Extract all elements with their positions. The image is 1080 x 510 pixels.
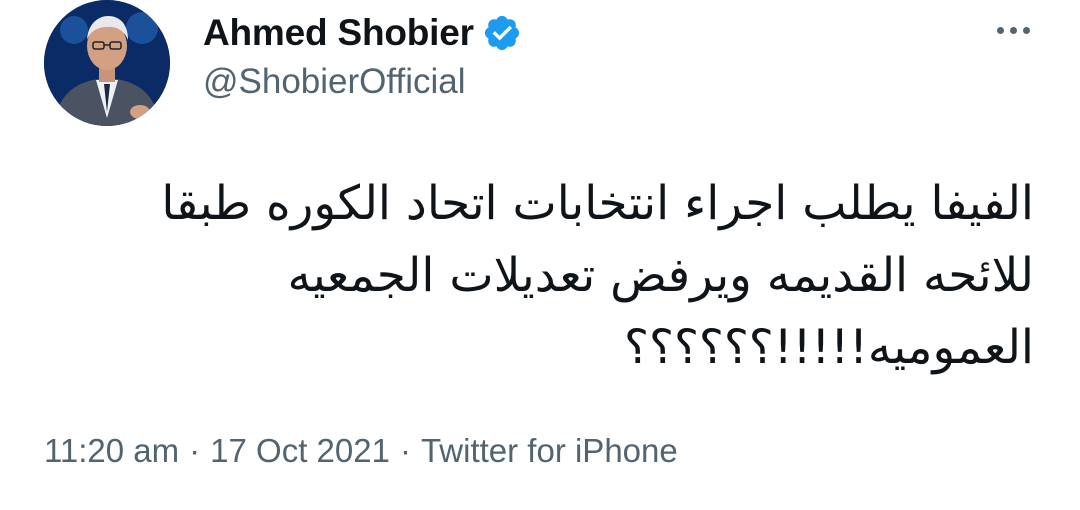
more-options-button[interactable] [988, 10, 1038, 50]
profile-photo [44, 0, 170, 126]
tweet-date[interactable]: 17 Oct 2021 [210, 432, 390, 470]
tweet-text: الفيفا يطلب اجراء انتخابات اتحاد الكوره … [161, 176, 1034, 375]
avatar[interactable] [44, 0, 170, 126]
more-dot-icon [1022, 26, 1030, 34]
tweet-metadata: 11:20 am · 17 Oct 2021 · Twitter for iPh… [44, 432, 678, 470]
meta-separator: · [189, 432, 201, 469]
more-dot-icon [1009, 26, 1017, 34]
verified-badge-icon [484, 15, 519, 51]
author-handle[interactable]: @ShobierOfficial [203, 62, 466, 102]
author-name-row: Ahmed Shobier [203, 8, 522, 58]
meta-separator: · [399, 432, 411, 469]
tweet-source[interactable]: Twitter for iPhone [421, 432, 678, 470]
more-dot-icon [996, 26, 1004, 34]
tweet-card: Ahmed Shobier @ShobierOfficial الفيفا يط… [0, 0, 1080, 510]
display-name[interactable]: Ahmed Shobier [203, 12, 474, 54]
tweet-time[interactable]: 11:20 am [44, 432, 179, 470]
